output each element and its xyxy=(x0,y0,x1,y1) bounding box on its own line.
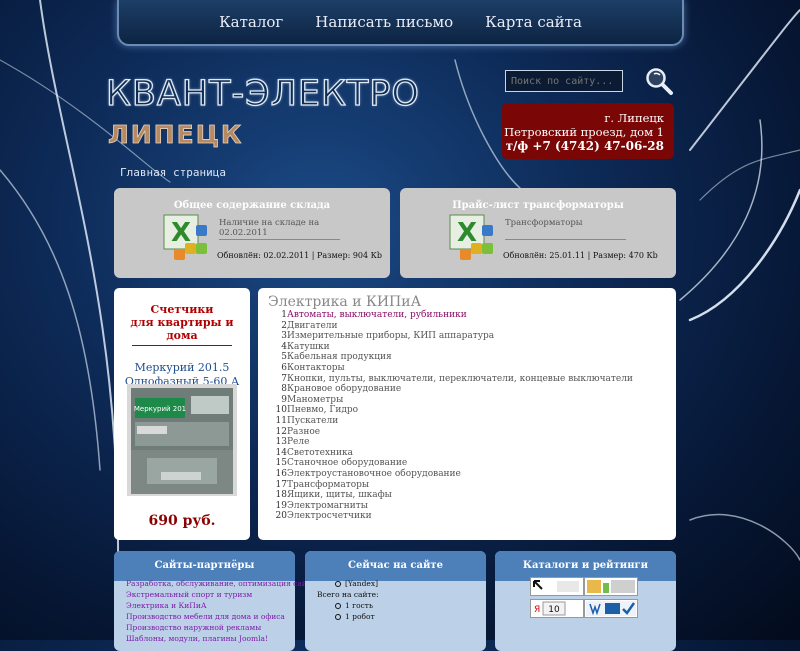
electricity-meter-image[interactable]: Меркурий 201 xyxy=(127,384,237,496)
excel-file-icon[interactable]: X xyxy=(448,213,498,261)
partner-link[interactable]: Экстремальный спорт и туризм xyxy=(126,589,295,600)
bullet-icon xyxy=(335,602,341,609)
divider xyxy=(219,239,340,240)
catalog-item[interactable]: 3Измерительные приборы, КИП аппаратура xyxy=(268,331,676,342)
contact-box: г. Липецк Петровский проезд, дом 1 т/ф +… xyxy=(502,103,674,159)
w3c-css-badge[interactable] xyxy=(584,599,638,618)
catalog-item[interactable]: 1Автоматы, выключатели, рубильники xyxy=(268,310,676,321)
catalog-title: Электрика и КИПиА xyxy=(268,294,422,310)
download-description: Наличие на складе на 02.02.2011 xyxy=(219,218,320,238)
download-description: Трансформаторы xyxy=(505,218,583,228)
partner-link[interactable]: Электрика и КиПиА xyxy=(126,600,295,611)
excel-file-icon[interactable]: X xyxy=(162,213,212,261)
w3c-css-icon xyxy=(586,601,636,616)
catalog-item[interactable]: 20Электросчетчики xyxy=(268,511,676,522)
download-title[interactable]: Прайс-лист трансформаторы xyxy=(400,188,676,211)
catalog-item[interactable]: 17Трансформаторы xyxy=(268,480,676,491)
catalog-item[interactable]: 14Светотехника xyxy=(268,448,676,459)
catalog-item[interactable]: 2Двигатели xyxy=(268,321,676,332)
download-panel-stock: Общее содержание склада X Наличие на скл… xyxy=(114,188,390,278)
catalog-panel: Электрика и КИПиА 1Автоматы, выключатели… xyxy=(258,288,676,540)
online-robots: 1 робот xyxy=(345,612,375,621)
catalog-item[interactable]: 15Станочное оборудование xyxy=(268,458,676,469)
logo-city: ЛИПЕЦК xyxy=(108,120,244,150)
partner-link[interactable]: Шаблоны, модули, плагины Joomla! xyxy=(126,633,295,644)
promo-meter-panel: Счетчики для квартиры и дома Меркурий 20… xyxy=(114,288,250,540)
promo-heading: Счетчики xyxy=(150,303,214,316)
catalog-item[interactable]: 13Реле xyxy=(268,437,676,448)
catalog-item[interactable]: 4Катушки xyxy=(268,342,676,353)
svg-text:Я: Я xyxy=(534,605,540,615)
promo-model-name[interactable]: Меркурий 201.5 xyxy=(114,361,250,375)
catalog-item[interactable]: 18Ящики, щиты, шкафы xyxy=(268,490,676,501)
search-input[interactable] xyxy=(505,70,623,92)
meter-brand-label: Меркурий 201 xyxy=(134,405,186,413)
online-guests: 1 гость xyxy=(345,601,374,610)
partner-link[interactable]: Производство наружной рекламы xyxy=(126,622,295,633)
catalog-item[interactable]: 11Пускатели xyxy=(268,416,676,427)
widget-title: Сайты-партнёры xyxy=(114,551,295,581)
catalog-list: 1Автоматы, выключатели, рубильники 2Двиг… xyxy=(268,310,676,522)
divider xyxy=(132,345,232,346)
arrow-counter-icon xyxy=(533,580,579,592)
catalog-item[interactable]: 7Кнопки, пульты, выключатели, переключат… xyxy=(268,374,676,385)
online-bot: [Yandex] xyxy=(345,579,378,588)
promo-subheading: для квартиры и дома xyxy=(130,316,234,342)
counter-badge-1[interactable] xyxy=(530,577,584,596)
catalog-item[interactable]: 6Контакторы xyxy=(268,363,676,374)
breadcrumb[interactable]: Главная страница xyxy=(120,166,226,179)
catalog-item[interactable]: 12Разное xyxy=(268,427,676,438)
download-panel-price: Прайс-лист трансформаторы X Трансформато… xyxy=(400,188,676,278)
contact-phone: т/ф +7 (4742) 47-06-28 xyxy=(505,139,664,153)
yandex-counter-badge[interactable]: Я 10 xyxy=(530,599,584,618)
catalog-item[interactable]: 9Манометры xyxy=(268,395,676,406)
download-meta: Обновлён: 25.01.11 | Размер: 470 Кb xyxy=(503,251,658,260)
top-navigation: Каталог Написать письмо Карта сайта xyxy=(117,0,684,46)
nav-catalog[interactable]: Каталог xyxy=(219,13,283,31)
catalog-item[interactable]: 19Электромагниты xyxy=(268,501,676,512)
nav-write-letter[interactable]: Написать письмо xyxy=(315,13,453,31)
online-total-label: Всего на сайте: xyxy=(317,590,379,599)
catalog-item[interactable]: 10Пневмо, Гидро xyxy=(268,405,676,416)
ratings-widget: Каталоги и рейтинги Я 10 xyxy=(495,551,676,651)
partners-widget: Сайты-партнёры Разработка, обслуживание,… xyxy=(114,551,320,651)
online-widget: Сейчас на сайте [Yandex] Всего на сайте:… xyxy=(305,551,486,651)
catalog-item[interactable]: 8Крановое оборудование xyxy=(268,384,676,395)
partner-link[interactable]: Производство мебели для дома и офиса xyxy=(126,611,295,622)
counter-value: 10 xyxy=(548,605,560,615)
download-title[interactable]: Общее содержание склада xyxy=(114,188,390,211)
download-meta: Обновлён: 02.02.2011 | Размер: 904 Кb xyxy=(217,251,382,260)
partner-link[interactable]: Разработка, обслуживание, оптимизация са… xyxy=(126,578,320,589)
nav-sitemap[interactable]: Карта сайта xyxy=(485,13,582,31)
bullet-icon xyxy=(335,613,341,620)
counter-badge-2[interactable] xyxy=(584,577,638,596)
contact-city: г. Липецк xyxy=(604,111,664,125)
chart-counter-icon xyxy=(587,580,635,593)
catalog-item[interactable]: 16Электроустановочное оборудование xyxy=(268,469,676,480)
widget-title: Сейчас на сайте xyxy=(305,551,486,581)
yandex-counter-icon: Я 10 xyxy=(534,601,566,616)
logo-title[interactable]: КВАНТ-ЭЛЕКТРО xyxy=(105,73,420,114)
promo-price: 690 руб. xyxy=(148,513,216,529)
catalog-item[interactable]: 5Кабельная продукция xyxy=(268,352,676,363)
contact-address: Петровский проезд, дом 1 xyxy=(504,125,664,139)
bullet-icon xyxy=(335,580,341,587)
search-icon[interactable] xyxy=(643,66,675,98)
divider xyxy=(505,239,626,240)
